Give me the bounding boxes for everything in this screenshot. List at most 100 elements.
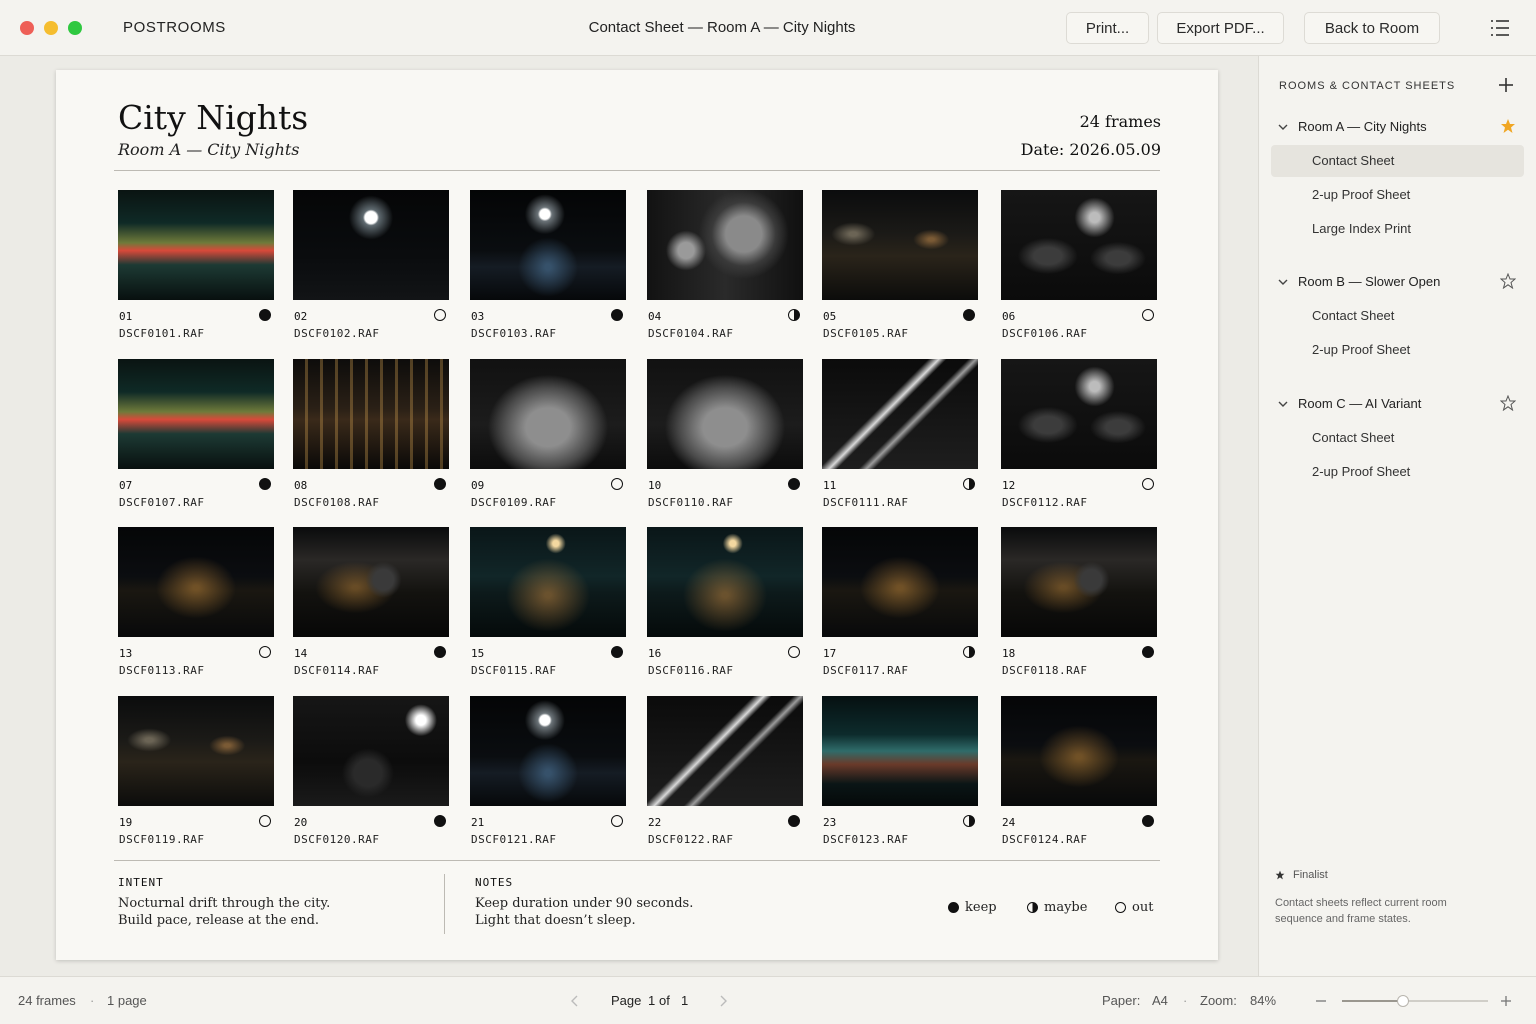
- frame-cell[interactable]: 15 DSCF0115.RAF: [470, 527, 626, 677]
- frame-thumbnail[interactable]: [1001, 190, 1157, 300]
- frame-thumbnail[interactable]: [1001, 527, 1157, 637]
- room-b-2up-proof-sheet[interactable]: 2-up Proof Sheet: [1271, 334, 1524, 366]
- frame-state-maybe-icon[interactable]: [963, 815, 975, 827]
- frame-state-keep-icon[interactable]: [788, 815, 800, 827]
- frame-cell[interactable]: 07 DSCF0107.RAF: [118, 359, 274, 509]
- room-a[interactable]: Room A — City Nights: [1259, 112, 1536, 142]
- room-c[interactable]: Room C — AI Variant: [1259, 389, 1536, 419]
- frame-cell[interactable]: 09 DSCF0109.RAF: [470, 359, 626, 509]
- frame-state-keep-icon[interactable]: [259, 309, 271, 321]
- frame-thumbnail[interactable]: [293, 190, 449, 300]
- frame-cell[interactable]: 11 DSCF0111.RAF: [822, 359, 978, 509]
- frame-cell[interactable]: 12 DSCF0112.RAF: [1001, 359, 1157, 509]
- frame-cell[interactable]: 24 DSCF0124.RAF: [1001, 696, 1157, 846]
- chevron-right-icon[interactable]: [717, 994, 729, 1008]
- frame-cell[interactable]: 21 DSCF0121.RAF: [470, 696, 626, 846]
- frame-cell[interactable]: 02 DSCF0102.RAF: [293, 190, 449, 340]
- room-c-2up-proof-sheet[interactable]: 2-up Proof Sheet: [1271, 456, 1524, 488]
- frame-cell[interactable]: 01 DSCF0101.RAF: [118, 190, 274, 340]
- frame-state-keep-icon[interactable]: [434, 478, 446, 490]
- frame-cell[interactable]: 16 DSCF0116.RAF: [647, 527, 803, 677]
- frame-thumbnail[interactable]: [822, 527, 978, 637]
- frame-thumbnail[interactable]: [118, 696, 274, 806]
- add-icon[interactable]: [1497, 76, 1515, 94]
- frame-cell[interactable]: 22 DSCF0122.RAF: [647, 696, 803, 846]
- frame-cell[interactable]: 04 DSCF0104.RAF: [647, 190, 803, 340]
- frame-cell[interactable]: 18 DSCF0118.RAF: [1001, 527, 1157, 677]
- frame-state-out-icon[interactable]: [1142, 309, 1154, 321]
- frame-cell[interactable]: 17 DSCF0117.RAF: [822, 527, 978, 677]
- zoom-out-icon[interactable]: [1315, 995, 1327, 1007]
- frame-state-keep-icon[interactable]: [434, 646, 446, 658]
- frame-thumbnail[interactable]: [470, 359, 626, 469]
- frame-state-keep-icon[interactable]: [1142, 646, 1154, 658]
- frame-thumbnail[interactable]: [293, 696, 449, 806]
- frame-cell[interactable]: 14 DSCF0114.RAF: [293, 527, 449, 677]
- frame-state-maybe-icon[interactable]: [788, 309, 800, 321]
- frame-thumbnail[interactable]: [822, 696, 978, 806]
- frame-cell[interactable]: 20 DSCF0120.RAF: [293, 696, 449, 846]
- frame-cell[interactable]: 13 DSCF0113.RAF: [118, 527, 274, 677]
- frame-state-maybe-icon[interactable]: [963, 478, 975, 490]
- frame-cell[interactable]: 05 DSCF0105.RAF: [822, 190, 978, 340]
- frame-state-out-icon[interactable]: [259, 646, 271, 658]
- room-a-contact-sheet[interactable]: Contact Sheet: [1271, 145, 1524, 177]
- frame-state-keep-icon[interactable]: [963, 309, 975, 321]
- star-outline-icon[interactable]: [1500, 395, 1516, 411]
- frame-cell[interactable]: 10 DSCF0110.RAF: [647, 359, 803, 509]
- frame-state-out-icon[interactable]: [1142, 478, 1154, 490]
- chevron-down-icon[interactable]: [1277, 276, 1289, 288]
- frame-cell[interactable]: 08 DSCF0108.RAF: [293, 359, 449, 509]
- star-outline-icon[interactable]: [1500, 273, 1516, 289]
- export-pdf-button[interactable]: Export PDF...: [1157, 12, 1284, 44]
- frame-thumbnail[interactable]: [822, 359, 978, 469]
- list-view-icon[interactable]: [1489, 18, 1511, 38]
- frame-cell[interactable]: 03 DSCF0103.RAF: [470, 190, 626, 340]
- room-c-contact-sheet[interactable]: Contact Sheet: [1271, 422, 1524, 454]
- room-a-large-index-print[interactable]: Large Index Print: [1271, 213, 1524, 245]
- room-b[interactable]: Room B — Slower Open: [1259, 267, 1536, 297]
- frame-state-keep-icon[interactable]: [788, 478, 800, 490]
- frame-thumbnail[interactable]: [118, 527, 274, 637]
- back-to-room-button[interactable]: Back to Room: [1304, 12, 1440, 44]
- frame-thumbnail[interactable]: [118, 359, 274, 469]
- frame-state-out-icon[interactable]: [434, 309, 446, 321]
- frame-cell[interactable]: 23 DSCF0123.RAF: [822, 696, 978, 846]
- room-b-contact-sheet[interactable]: Contact Sheet: [1271, 300, 1524, 332]
- zoom-in-icon[interactable]: [1500, 995, 1512, 1007]
- zoom-slider[interactable]: [1342, 995, 1488, 1007]
- frame-thumbnail[interactable]: [647, 696, 803, 806]
- frame-thumbnail[interactable]: [1001, 696, 1157, 806]
- frame-state-out-icon[interactable]: [611, 815, 623, 827]
- frame-thumbnail[interactable]: [470, 696, 626, 806]
- frame-thumbnail[interactable]: [647, 190, 803, 300]
- frame-thumbnail[interactable]: [293, 527, 449, 637]
- frame-state-out-icon[interactable]: [259, 815, 271, 827]
- frame-thumbnail[interactable]: [118, 190, 274, 300]
- frame-thumbnail[interactable]: [293, 359, 449, 469]
- frame-thumbnail[interactable]: [647, 359, 803, 469]
- chevron-down-icon[interactable]: [1277, 398, 1289, 410]
- frame-thumbnail[interactable]: [822, 190, 978, 300]
- frame-state-keep-icon[interactable]: [611, 309, 623, 321]
- frame-thumbnail[interactable]: [647, 527, 803, 637]
- chevron-left-icon[interactable]: [569, 994, 581, 1008]
- paper-value[interactable]: A4: [1152, 993, 1168, 1008]
- frame-state-keep-icon[interactable]: [434, 815, 446, 827]
- frame-cell[interactable]: 19 DSCF0119.RAF: [118, 696, 274, 846]
- frame-state-keep-icon[interactable]: [611, 646, 623, 658]
- chevron-down-icon[interactable]: [1277, 121, 1289, 133]
- frame-state-out-icon[interactable]: [788, 646, 800, 658]
- frame-state-keep-icon[interactable]: [1142, 815, 1154, 827]
- frame-thumbnail[interactable]: [1001, 359, 1157, 469]
- star-filled-icon[interactable]: [1500, 118, 1516, 134]
- frame-state-keep-icon[interactable]: [259, 478, 271, 490]
- frame-state-maybe-icon[interactable]: [963, 646, 975, 658]
- frame-thumbnail[interactable]: [470, 527, 626, 637]
- print-button[interactable]: Print...: [1066, 12, 1149, 44]
- frame-thumbnail[interactable]: [470, 190, 626, 300]
- room-a-2up-proof-sheet[interactable]: 2-up Proof Sheet: [1271, 179, 1524, 211]
- zoom-slider-handle[interactable]: [1397, 995, 1410, 1007]
- frame-cell[interactable]: 06 DSCF0106.RAF: [1001, 190, 1157, 340]
- frame-state-out-icon[interactable]: [611, 478, 623, 490]
